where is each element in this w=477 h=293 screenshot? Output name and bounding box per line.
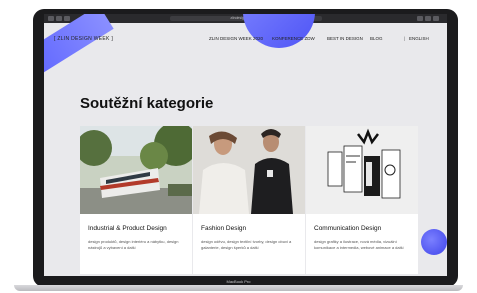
- nav-link-konference[interactable]: KONFERENCE ZDW: [272, 36, 315, 41]
- category-card-communication[interactable]: Communication Design design grafiky a il…: [306, 126, 418, 274]
- decor-stripe: [44, 14, 114, 82]
- nav-link-english[interactable]: ENGLISH: [409, 36, 429, 41]
- nav-link-zdw-2020[interactable]: ZLIN DESIGN WEEK 2020: [209, 36, 263, 41]
- decor-circle-bottom: [421, 229, 447, 255]
- card-image-fashion: [193, 126, 305, 214]
- decor-circle-top: [243, 14, 315, 48]
- window-minimize-icon[interactable]: [56, 16, 62, 21]
- category-card-fashion[interactable]: Fashion Design design oděvu, design text…: [193, 126, 305, 274]
- nav-separator: |: [404, 36, 406, 41]
- card-description: design oděvu, design textilní tvorby, de…: [201, 239, 292, 250]
- laptop-base: [14, 285, 463, 291]
- card-title: Communication Design: [314, 225, 382, 232]
- window-close-icon[interactable]: [48, 16, 54, 21]
- card-title: Fashion Design: [201, 225, 247, 232]
- tabs-icon[interactable]: [425, 16, 431, 21]
- nav-link-best-in-design[interactable]: BEST IN DESIGN: [327, 36, 363, 41]
- card-image-tram: [80, 126, 192, 214]
- card-description: design produktů, design interiéru a náby…: [88, 239, 179, 250]
- card-title: Industrial & Product Design: [88, 225, 167, 232]
- card-description: design grafiky a ilustrace, nová média, …: [314, 239, 404, 250]
- window-maximize-icon[interactable]: [64, 16, 70, 21]
- category-card-industrial[interactable]: Industrial & Product Design design produ…: [80, 126, 192, 274]
- sidebar-icon[interactable]: [433, 16, 439, 21]
- device-label: MacBook Pro: [226, 279, 251, 284]
- site-logo[interactable]: [ ZLIN DESIGN WEEK ]: [54, 36, 113, 42]
- nav-link-blog[interactable]: BLOG: [370, 36, 383, 41]
- page-title: Soutěžní kategorie: [80, 95, 214, 112]
- card-image-posters: [306, 126, 418, 214]
- screen: zlindesignweek.com [ ZLIN DESIGN WEEK ] …: [44, 14, 447, 276]
- share-icon[interactable]: [417, 16, 423, 21]
